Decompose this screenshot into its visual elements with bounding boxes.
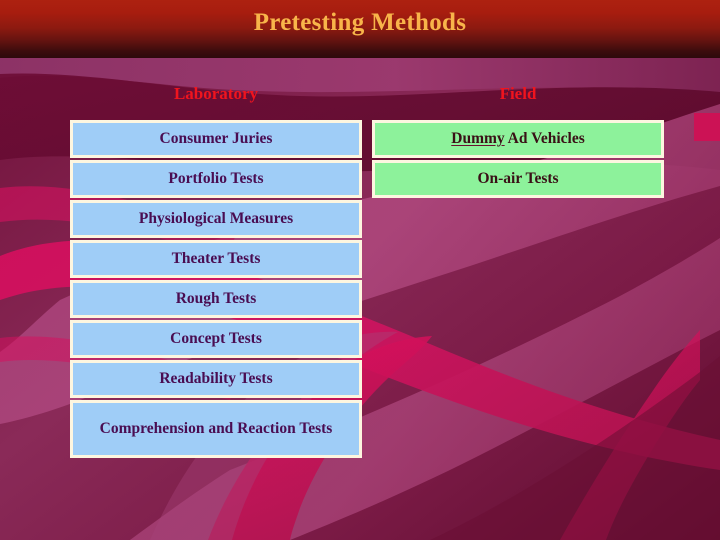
method-cell-label: Theater Tests xyxy=(171,250,261,268)
column-header-field: Field xyxy=(499,84,537,103)
method-cell-label: Consumer Juries xyxy=(159,130,273,148)
method-cell-label: On-air Tests xyxy=(477,170,559,188)
method-cell: Portfolio Tests xyxy=(70,160,362,198)
field-column: Dummy Ad Vehicles On-air Tests xyxy=(372,120,664,200)
method-cell-label: Portfolio Tests xyxy=(168,170,264,188)
method-cell-label: Concept Tests xyxy=(170,330,262,348)
method-cell: Rough Tests xyxy=(70,280,362,318)
method-cell: Comprehension and Reaction Tests xyxy=(70,400,362,458)
method-cell: Physiological Measures xyxy=(70,200,362,238)
spellcheck-underlined-word: Dummy xyxy=(451,130,505,148)
column-header-laboratory: Laboratory xyxy=(173,84,259,103)
slide-canvas: Pretesting Methods Laboratory Field Cons… xyxy=(0,0,720,540)
method-cell-label: Physiological Measures xyxy=(138,210,294,228)
method-cell-label: Rough Tests xyxy=(175,290,257,308)
page-title: Pretesting Methods xyxy=(253,9,467,36)
method-cell-label: Readability Tests xyxy=(159,370,273,388)
method-cell-label: Comprehension and Reaction Tests xyxy=(99,420,333,438)
laboratory-column: Consumer Juries Portfolio Tests Physiologi… xyxy=(70,120,362,460)
method-cell: Readability Tests xyxy=(70,360,362,398)
method-cell: Consumer Juries xyxy=(70,120,362,158)
method-cell: Concept Tests xyxy=(70,320,362,358)
method-cell: Dummy Ad Vehicles xyxy=(372,120,664,158)
method-cell-label: Dummy Ad Vehicles xyxy=(451,130,585,148)
method-cell: Theater Tests xyxy=(70,240,362,278)
method-cell: On-air Tests xyxy=(372,160,664,198)
